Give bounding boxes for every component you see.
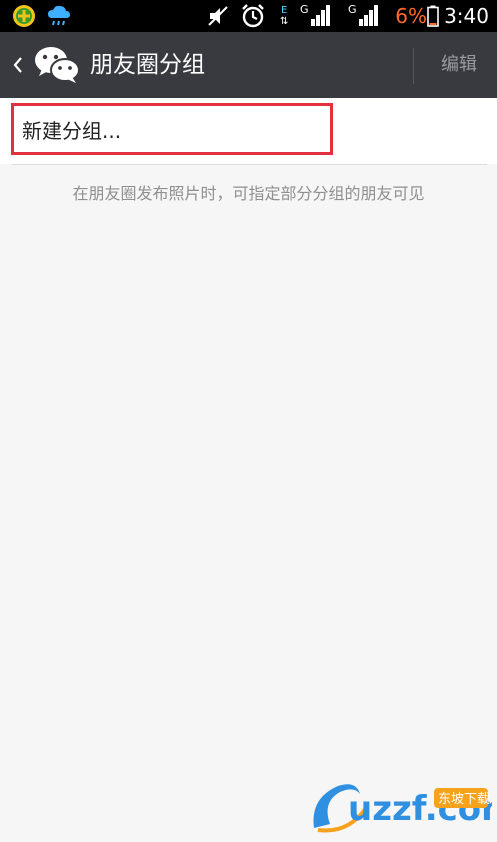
title-bar: 朋友圈分组 编辑	[0, 32, 497, 98]
highlight-box	[11, 103, 333, 155]
wechat-logo-icon	[34, 45, 80, 85]
hint-text: 在朋友圈发布照片时，可指定部分分组的朋友可见	[72, 184, 425, 203]
battery-icon	[427, 0, 439, 32]
mute-icon	[206, 0, 230, 32]
row-divider	[12, 164, 487, 165]
signal-icon: G	[300, 0, 332, 35]
network-type-label: G	[348, 3, 357, 16]
page-title: 朋友圈分组	[90, 52, 205, 78]
alarm-icon	[240, 0, 266, 32]
app-notification-icon	[12, 0, 36, 32]
back-button[interactable]	[10, 50, 26, 80]
status-bar: E ⇅ G G 6% 3:40	[0, 0, 497, 32]
weather-icon	[46, 0, 72, 32]
watermark-brand: 东坡下载	[438, 792, 490, 807]
clock: 3:40	[444, 4, 489, 28]
chevron-left-icon	[13, 57, 22, 73]
watermark-logo: uzzf.com 东坡下载	[308, 768, 497, 838]
network-type-label: G	[300, 3, 309, 16]
header-divider	[413, 48, 414, 84]
battery-percent: 6%	[395, 4, 427, 28]
data-transfer-icon: E ⇅	[280, 5, 289, 27]
edit-button[interactable]: 编辑	[428, 32, 490, 98]
signal-icon: G	[348, 0, 380, 35]
network-type-label: E	[281, 5, 288, 16]
